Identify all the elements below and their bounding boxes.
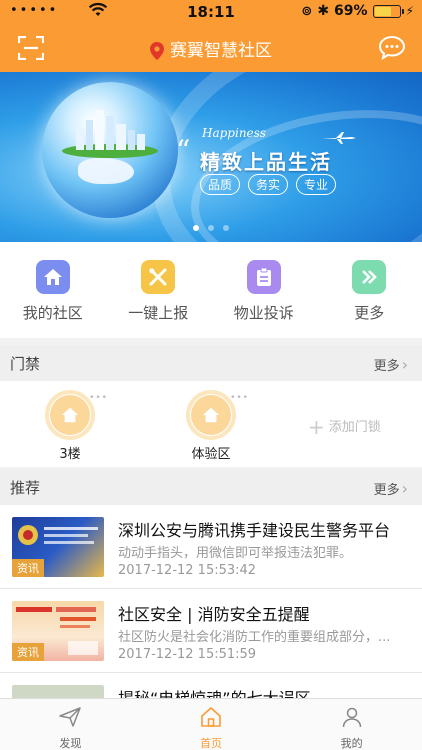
home-icon bbox=[201, 707, 221, 727]
door-status-indicator: ••• bbox=[89, 393, 108, 403]
door-label: 3楼 bbox=[59, 447, 81, 462]
door-item[interactable]: ••• 3楼 bbox=[30, 390, 110, 462]
news-list: 资讯 深圳公安与腾讯携手建设民生警务平台 动动手指头，用微信即可举报违法犯罪。 … bbox=[0, 505, 422, 705]
quick-menu: 我的社区 一键上报 物业投诉 更多 bbox=[0, 242, 422, 338]
tab-label: 发现 bbox=[59, 737, 82, 750]
add-lock-button[interactable]: + 添加门锁 bbox=[308, 415, 381, 439]
section-title: 推荐 bbox=[10, 479, 41, 497]
tab-label: 首页 bbox=[200, 737, 222, 750]
carousel-indicator bbox=[0, 225, 422, 231]
add-lock-label: 添加门锁 bbox=[328, 420, 381, 435]
continent-image bbox=[78, 158, 134, 184]
quick-item-label: 更多 bbox=[354, 304, 385, 322]
banner-tag: 专业 bbox=[296, 174, 337, 195]
banner-script-text: Happiness bbox=[202, 126, 266, 140]
tab-home[interactable]: 首页 bbox=[141, 699, 282, 750]
door-label: 体验区 bbox=[191, 447, 231, 462]
double-chevron-icon bbox=[352, 260, 387, 294]
news-thumbnail: 资讯 bbox=[12, 517, 104, 577]
news-title: 深圳公安与腾讯携手建设民生警务平台 bbox=[118, 521, 391, 540]
airplane-icon bbox=[322, 132, 356, 144]
user-icon bbox=[342, 707, 361, 728]
battery-percent: 69% bbox=[334, 3, 368, 19]
globe-image bbox=[42, 82, 178, 218]
news-item[interactable]: 资讯 深圳公安与腾讯携手建设民生警务平台 动动手指头，用微信即可举报违法犯罪。 … bbox=[0, 505, 422, 589]
news-section-header: 推荐 更多 bbox=[0, 469, 422, 505]
news-badge: 资讯 bbox=[12, 643, 44, 661]
quick-item-report[interactable]: 一键上报 bbox=[106, 242, 212, 338]
quick-item-label: 我的社区 bbox=[22, 304, 83, 322]
lock-rotation-icon: ⊚ bbox=[301, 3, 313, 19]
nav-bar: 赛翼智慧社区 bbox=[0, 24, 422, 72]
carousel-dot[interactable] bbox=[208, 225, 214, 231]
news-title: 社区安全 | 消防安全五提醒 bbox=[118, 605, 310, 624]
tab-label: 我的 bbox=[340, 737, 363, 750]
message-icon[interactable] bbox=[378, 35, 406, 61]
community-selector[interactable]: 赛翼智慧社区 bbox=[0, 36, 422, 61]
city-skyline-image bbox=[76, 110, 145, 150]
carousel-dot[interactable] bbox=[193, 225, 199, 231]
news-time: 2017-12-12 15:51:59 bbox=[118, 647, 257, 662]
bluetooth-icon: ✱ bbox=[317, 3, 330, 19]
quick-item-my-community[interactable]: 我的社区 bbox=[0, 242, 106, 338]
banner-carousel[interactable]: Happiness “ 精致上品生活 品质 务实 专业 bbox=[0, 72, 422, 242]
charging-icon: ⚡ bbox=[405, 4, 414, 18]
door-more-link[interactable]: 更多 bbox=[374, 355, 408, 374]
quick-item-complaint[interactable]: 物业投诉 bbox=[211, 242, 317, 338]
door-section-header: 门禁 更多 bbox=[0, 345, 422, 381]
news-more-link[interactable]: 更多 bbox=[374, 479, 408, 498]
clipboard-icon bbox=[246, 260, 281, 294]
status-bar: ••••• 18:11 ⊚ ✱ 69% ⚡ bbox=[0, 0, 422, 24]
banner-tag: 品质 bbox=[200, 174, 241, 195]
news-description: 社区防火是社会化消防工作的重要组成部分，... bbox=[118, 630, 391, 645]
banner-tags: 品质 务实 专业 bbox=[200, 174, 337, 195]
home-icon bbox=[35, 260, 70, 294]
door-item[interactable]: ••• 体验区 bbox=[171, 390, 251, 462]
carousel-dot[interactable] bbox=[223, 225, 229, 231]
tab-discover[interactable]: 发现 bbox=[0, 699, 141, 750]
quick-item-more[interactable]: 更多 bbox=[317, 242, 422, 338]
home-icon bbox=[61, 407, 79, 423]
quick-item-label: 物业投诉 bbox=[233, 304, 294, 322]
paper-plane-icon bbox=[59, 707, 82, 727]
banner-quote-mark: “ bbox=[176, 134, 191, 167]
news-item[interactable]: 资讯 社区安全 | 消防安全五提醒 社区防火是社会化消防工作的重要组成部分，..… bbox=[0, 589, 422, 673]
news-thumbnail: 资讯 bbox=[12, 601, 104, 661]
news-description: 动动手指头，用微信即可举报违法犯罪。 bbox=[118, 546, 353, 561]
news-badge: 资讯 bbox=[12, 559, 44, 577]
banner-slogan: 精致上品生活 bbox=[200, 150, 332, 174]
banner-tag: 务实 bbox=[248, 174, 289, 195]
plus-icon: + bbox=[308, 415, 325, 439]
tab-mine[interactable]: 我的 bbox=[281, 699, 422, 750]
battery-icon bbox=[372, 4, 404, 18]
door-list: ••• 3楼 ••• 体验区 + 添加门锁 bbox=[0, 381, 422, 467]
door-status-indicator: ••• bbox=[230, 393, 249, 403]
community-title: 赛翼智慧社区 bbox=[170, 41, 272, 61]
tab-bar: 发现 首页 我的 bbox=[0, 698, 422, 750]
home-icon bbox=[202, 407, 220, 423]
location-pin-icon bbox=[150, 42, 164, 60]
quick-item-label: 一键上报 bbox=[128, 304, 189, 322]
door-circle bbox=[186, 390, 236, 440]
news-time: 2017-12-12 15:53:42 bbox=[118, 563, 257, 578]
tools-icon bbox=[141, 260, 176, 294]
door-circle bbox=[45, 390, 95, 440]
section-title: 门禁 bbox=[10, 355, 41, 373]
